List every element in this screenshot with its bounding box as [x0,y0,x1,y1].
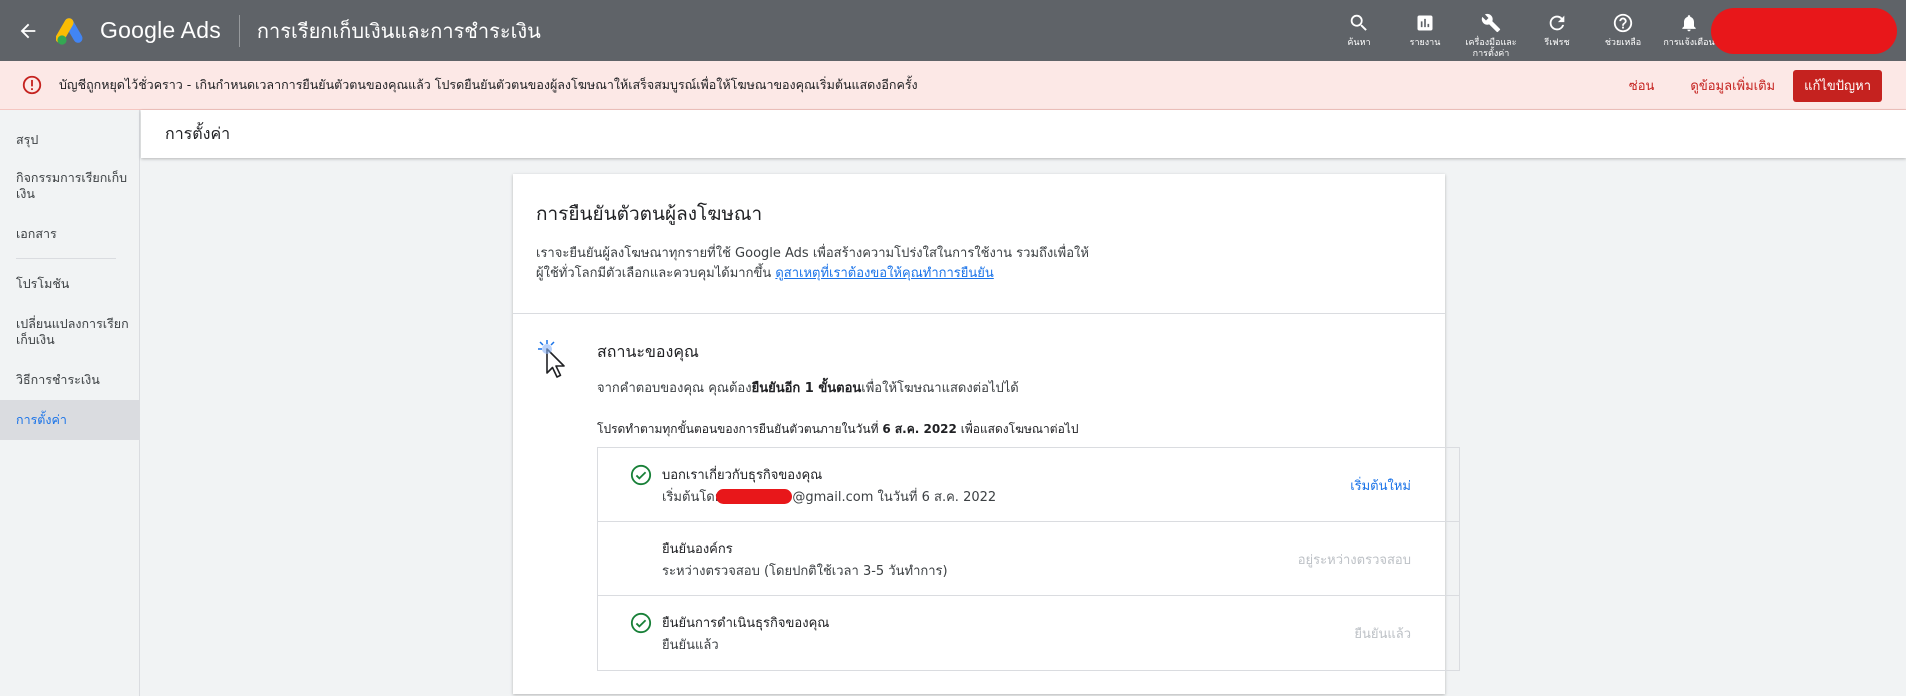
reports-icon [1417,15,1433,31]
status-title: สถานะของคุณ [597,342,699,361]
reports-button[interactable]: รายงาน [1392,0,1458,61]
sidebar-item-promotions[interactable]: โปรโมชัน [0,276,140,292]
step-business-info: บอกเราเกี่ยวกับธุรกิจของคุณ เริ่มต้นโดย @… [598,448,1459,522]
status-text-post: เพื่อให้โฆษณาแสดงต่อไปได้ [861,381,1019,396]
refresh-button[interactable]: รีเฟรช [1524,0,1590,61]
app-name: Google Ads [100,17,221,43]
step-subtitle: ระหว่างตรวจสอบ (โดยปกติใช้เวลา 3-5 วันทำ… [662,564,948,579]
reports-label: รายงาน [1409,38,1441,48]
alert-message: บัญชีถูกหยุดไว้ชั่วคราว - เกินกำหนดเวลาก… [59,77,918,92]
google-ads-logo[interactable]: Google Ads [56,0,221,61]
settings-header: การตั้งค่า [141,110,1906,158]
check-circle-icon [630,464,652,486]
settings-title: การตั้งค่า [165,123,231,143]
arrow-back-icon [20,23,36,38]
step-status-verified: ยืนยันแล้ว [1354,627,1411,642]
wrench-icon [1481,13,1501,33]
refresh-label: รีเฟรช [1544,38,1570,48]
check-circle-icon [630,612,652,634]
step-subtitle: เริ่มต้นโดย @gmail.com ในวันที่ 6 ส.ค. 20… [662,486,996,507]
search-label: ค้นหา [1347,38,1371,48]
step-started-email-date: @gmail.com ในวันที่ 6 ส.ค. 2022 [792,490,997,505]
refresh-icon [1549,15,1565,31]
search-icon [1350,14,1367,31]
error-icon [20,73,44,97]
account-suspended-alert: บัญชีถูกหยุดไว้ชั่วคราว - เกินกำหนดเวลาก… [0,61,1906,110]
hide-alert-link[interactable]: ซ่อน [1629,75,1655,96]
status-description: จากคำตอบของคุณ คุณต้องยืนยันอีก 1 ขั้นตอ… [597,377,1019,398]
deadline-text-pre: โปรดทำตามทุกขั้นตอนของการยืนยันตัวตนภายใ… [597,422,879,436]
card-title: การยืนยันตัวตนผู้ลงโฆษณา [536,203,763,225]
card-description: เราจะยืนยันผู้ลงโฆษณาทุกรายที่ใช้ Google… [536,244,1156,284]
fix-issue-button[interactable]: แก้ไขปัญหา [1793,69,1882,102]
card-divider [513,313,1445,314]
help-button[interactable]: ช่วยเหลือ [1590,0,1656,61]
top-app-bar: Google Ads การเรียกเก็บเงินและการชำระเงิ… [0,0,1906,61]
google-ads-logo-icon [56,17,83,45]
title-divider [238,14,240,47]
why-verify-link[interactable]: ดูสาเหตุที่เราต้องขอให้คุณทำการยืนยัน [775,266,993,281]
step-verify-organization: ยืนยันองค์กร ระหว่างตรวจสอบ (โดยปกติใช้เ… [598,522,1459,596]
description-line-1: เราจะยืนยันผู้ลงโฆษณาทุกรายที่ใช้ Google… [536,246,1089,261]
account-switcher[interactable] [1711,8,1897,54]
cursor-sparkle-icon [538,340,565,378]
redacted-email [716,489,793,504]
advertiser-verification-card: การยืนยันตัวตนผู้ลงโฆษณา เราจะยืนยันผู้ล… [513,174,1460,694]
sidebar-item-settings[interactable]: การตั้งค่า [0,400,140,440]
search-button[interactable]: ค้นหา [1326,0,1392,61]
help-icon [1613,13,1633,33]
sidebar-item-payment-methods[interactable]: วิธีการชำระเงิน [0,372,140,388]
back-button[interactable] [0,0,56,61]
step-status-in-review: อยู่ระหว่างตรวจสอบ [1297,553,1411,568]
description-line-2: ผู้ใช้ทั่วโลกมีตัวเลือกและควบคุมได้มากขึ… [536,266,772,281]
tools-settings-label: เครื่องมือและการตั้งค่า [1465,38,1517,59]
billing-sidebar: สรุป กิจกรรมการเรียกเก็บเงิน เอกสาร โปรโ… [0,110,140,696]
top-actions: ค้นหา รายงาน เครื่องมือและการตั้งค่า รีเ… [1326,0,1722,61]
alert-actions: ซ่อน ดูข้อมูลเพิ่มเติม แก้ไขปัญหา [1629,61,1906,110]
sidebar-item-billing-activity[interactable]: กิจกรรมการเรียกเก็บเงิน [0,170,130,202]
verification-steps: บอกเราเกี่ยวกับธุรกิจของคุณ เริ่มต้นโดย @… [597,447,1460,671]
step-started-by: เริ่มต้นโดย [662,490,723,505]
step-verify-business-operations: ยืนยันการดำเนินธุรกิจของคุณ ยืนยันแล้ว ย… [598,596,1459,670]
sidebar-item-change-billing[interactable]: เปลี่ยนแปลงการเรียกเก็บเงิน [0,316,130,348]
sidebar-divider [16,258,116,259]
status-text-pre: จากคำตอบของคุณ คุณต้อง [597,381,752,396]
sidebar-item-summary[interactable]: สรุป [0,132,140,148]
page-title: การเรียกเก็บเงินและการชำระเงิน [256,18,541,43]
step-title: ยืนยันองค์กร [662,542,733,557]
deadline-date: 6 ส.ค. 2022 [882,422,957,436]
learn-more-link[interactable]: ดูข้อมูลเพิ่มเติม [1690,75,1775,96]
status-text-bold: ยืนยันอีก 1 ขั้นตอน [751,381,862,396]
sidebar-item-documents[interactable]: เอกสาร [0,226,140,242]
step-title: ยืนยันการดำเนินธุรกิจของคุณ [662,616,830,631]
deadline-text-post: เพื่อแสดงโฆษณาต่อไป [960,422,1079,436]
step-subtitle: ยืนยันแล้ว [662,638,719,653]
help-label: ช่วยเหลือ [1604,38,1642,48]
bell-icon [1682,15,1696,32]
restart-link[interactable]: เริ่มต้นใหม่ [1350,475,1411,496]
tools-settings-button[interactable]: เครื่องมือและการตั้งค่า [1458,0,1524,61]
step-title: บอกเราเกี่ยวกับธุรกิจของคุณ [662,468,823,483]
deadline-notice: โปรดทำตามทุกขั้นตอนของการยืนยันตัวตนภายใ… [597,420,1078,439]
notifications-label: การแจ้งเตือน [1663,38,1715,48]
